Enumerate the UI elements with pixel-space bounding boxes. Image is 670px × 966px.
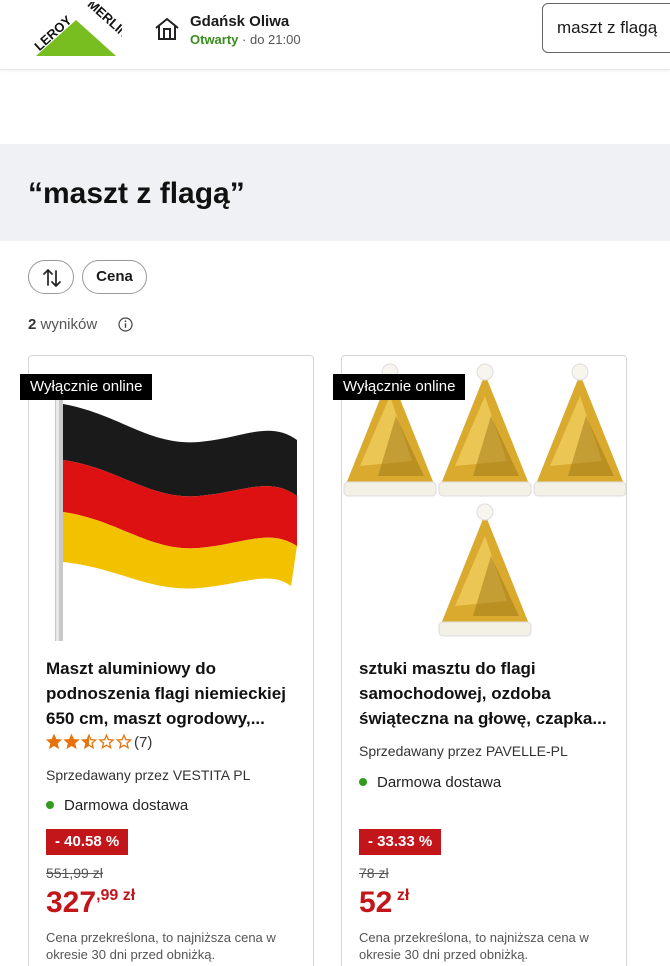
- product-card[interactable]: Maszt aluminiowy do podnoszenia flagi ni…: [28, 355, 314, 966]
- product-title[interactable]: sztuki masztu do flagi samochodowej, ozd…: [359, 656, 617, 731]
- sort-button[interactable]: [28, 260, 74, 294]
- store-status: Otwarty · do 21:00: [190, 32, 301, 47]
- gold-hat-icon: [438, 503, 532, 637]
- rating[interactable]: (7): [45, 733, 153, 756]
- online-only-badge: Wyłącznie online: [333, 374, 466, 400]
- old-price: 551,99 zł: [46, 865, 103, 881]
- star-rating-icon: [45, 733, 134, 751]
- old-price: 78 zł: [359, 865, 389, 881]
- product-card[interactable]: sztuki masztu do flagi samochodowej, ozd…: [341, 355, 627, 966]
- discount-badge: - 40.58 %: [46, 829, 129, 855]
- sort-arrows-icon: [43, 269, 61, 287]
- seller-name: Sprzedawany przez VESTITA PL: [46, 767, 251, 783]
- price-filter-button[interactable]: Cena: [82, 260, 147, 294]
- available-dot-icon: [359, 778, 367, 786]
- price-main: 52: [359, 886, 393, 919]
- seller-name: Sprzedawany przez PAVELLE-PL: [359, 743, 568, 759]
- store-icon: [155, 18, 179, 40]
- online-only-badge: Wyłącznie online: [20, 374, 153, 400]
- review-count: (7): [134, 734, 153, 751]
- gold-hat-icon: [533, 363, 626, 497]
- product-title[interactable]: Maszt aluminiowy do podnoszenia flagi ni…: [46, 656, 304, 731]
- available-dot-icon: [46, 801, 54, 809]
- current-price: 327,99 zł: [46, 886, 135, 920]
- leroy-merlin-logo[interactable]: LEROY MERLIN: [26, 0, 132, 58]
- delivery-info: Darmowa dostawa: [46, 797, 188, 814]
- results-label: wyników: [36, 316, 98, 333]
- current-price: 52 zł: [359, 886, 409, 920]
- price-note: Cena przekreślona, to najniższa cena w o…: [359, 930, 589, 962]
- price-note: Cena przekreślona, to najniższa cena w o…: [46, 930, 276, 962]
- price-fraction: ,99 zł: [96, 887, 136, 904]
- results-count: 2 wyników: [28, 316, 97, 333]
- info-icon[interactable]: [118, 317, 133, 332]
- delivery-label: Darmowa dostawa: [64, 797, 189, 814]
- discount-badge: - 33.33 %: [359, 829, 442, 855]
- store-hours: · do 21:00: [238, 32, 301, 47]
- page-title: “maszt z flagą”: [28, 177, 245, 210]
- site-header: LEROY MERLIN Gdańsk Oliwa Otwarty · do 2…: [0, 0, 670, 70]
- store-open-status: Otwarty: [190, 32, 239, 47]
- store-name: Gdańsk Oliwa: [190, 13, 290, 30]
- search-title-band: “maszt z flagą”: [0, 144, 670, 241]
- price-main: 327: [46, 886, 97, 919]
- search-input[interactable]: maszt z flagą: [542, 3, 670, 53]
- price-fraction: zł: [392, 887, 410, 904]
- delivery-label: Darmowa dostawa: [377, 774, 502, 791]
- delivery-info: Darmowa dostawa: [359, 774, 501, 791]
